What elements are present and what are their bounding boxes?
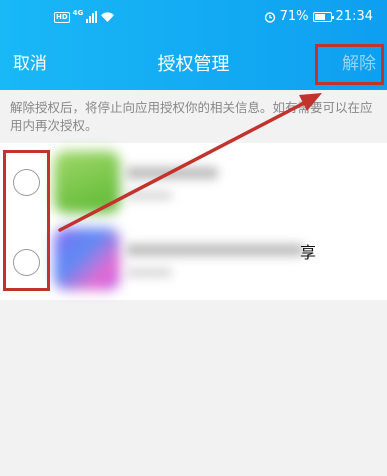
annotation-arrow: [58, 93, 322, 232]
